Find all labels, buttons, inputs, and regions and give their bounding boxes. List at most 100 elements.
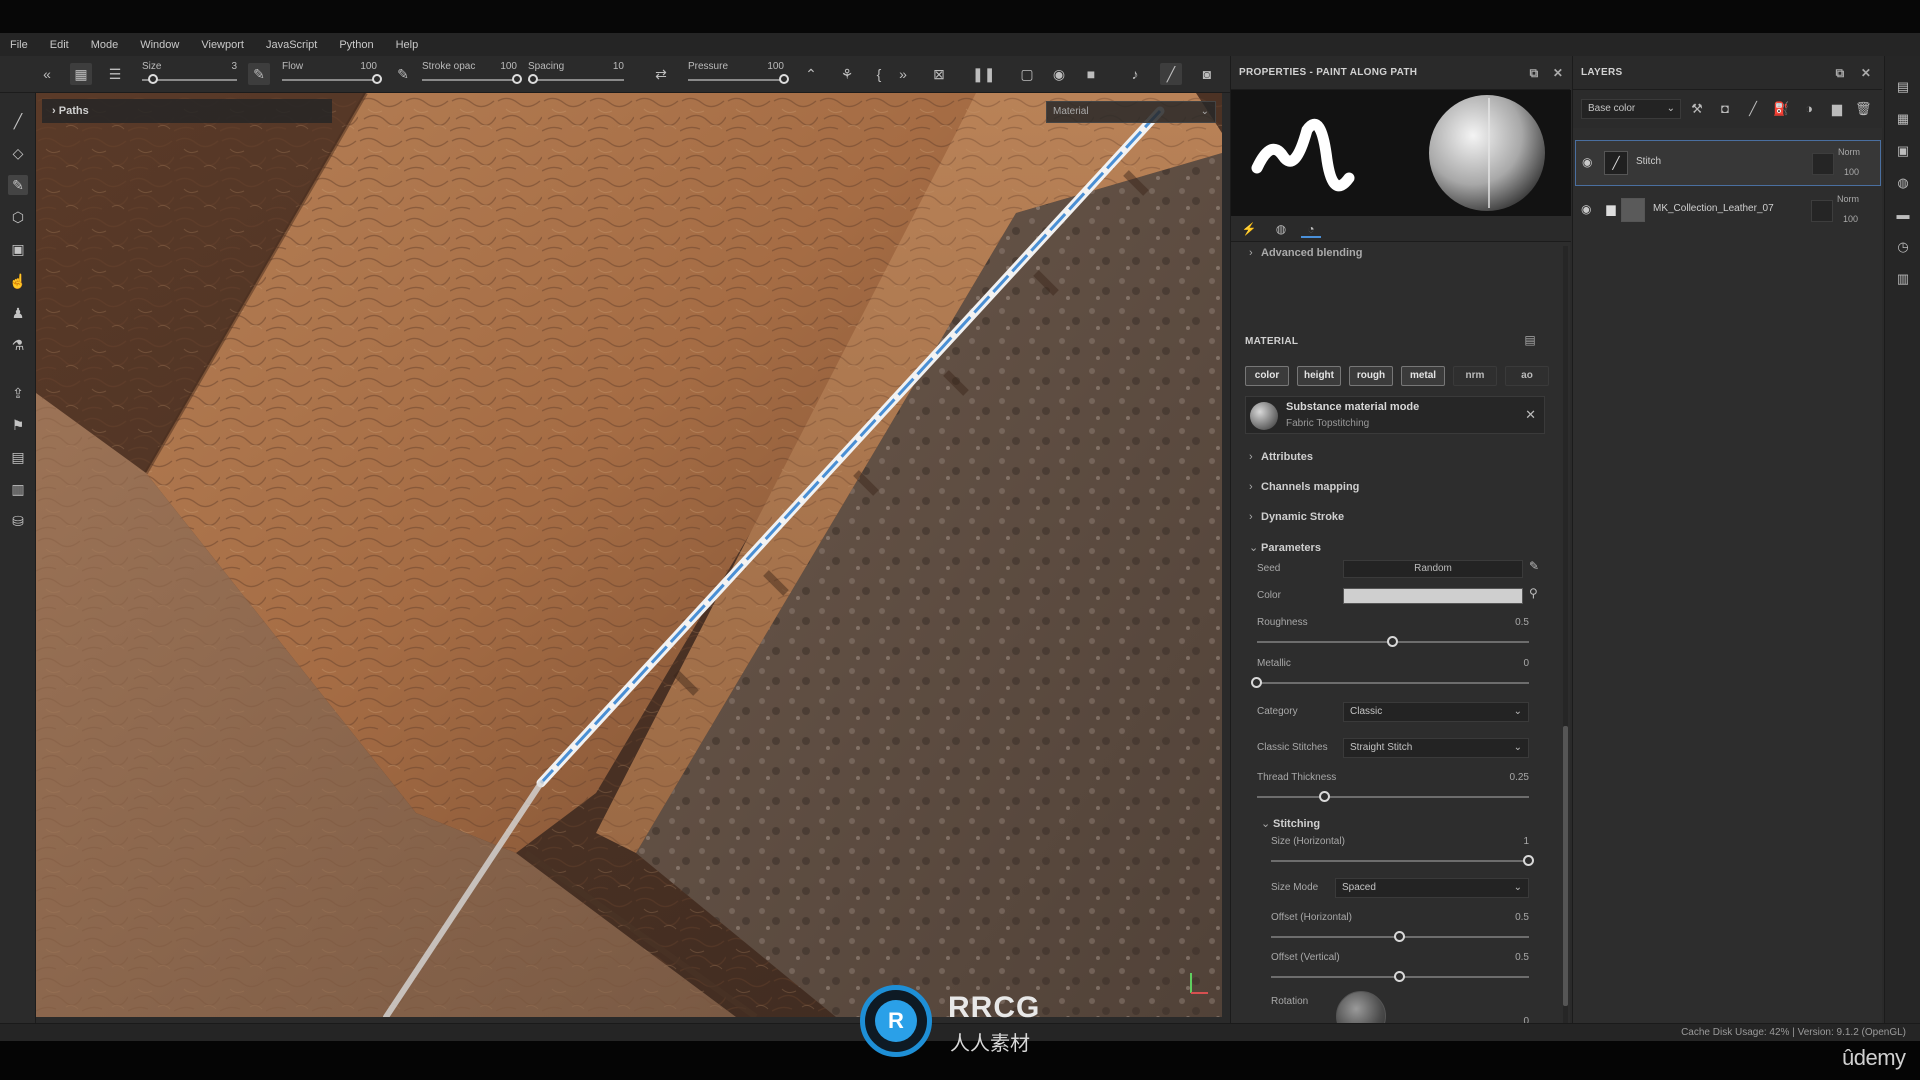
stitching-section[interactable]: ⌄ Stitching bbox=[1261, 817, 1320, 830]
menu-edit[interactable]: Edit bbox=[50, 39, 69, 51]
attributes-section[interactable]: › Attributes bbox=[1249, 451, 1313, 463]
channel-rough-chip[interactable]: rough bbox=[1349, 366, 1393, 386]
thread-thickness-slider[interactable] bbox=[1257, 796, 1529, 798]
clone-stamp-icon[interactable]: ♟ bbox=[8, 303, 28, 323]
swap-icon[interactable]: ⇄ bbox=[650, 63, 672, 85]
classic-stitches-select[interactable]: Straight Stitch ⌄ bbox=[1343, 738, 1529, 758]
close-icon[interactable]: ✕ bbox=[1525, 407, 1536, 423]
close-icon[interactable]: ✕ bbox=[1551, 66, 1565, 80]
selection-icon[interactable]: ▢ bbox=[1016, 63, 1038, 85]
slider-knob[interactable] bbox=[1387, 636, 1398, 647]
edit-icon[interactable]: ✎ bbox=[1529, 559, 1539, 573]
add-folder-icon[interactable]: ▆ bbox=[1829, 101, 1845, 117]
paint-brush-icon[interactable]: ╱ bbox=[8, 111, 28, 131]
menu-window[interactable]: Window bbox=[140, 39, 179, 51]
layer-opacity[interactable]: 100 bbox=[1843, 214, 1858, 224]
category-select[interactable]: Classic ⌄ bbox=[1343, 702, 1529, 722]
bracket-icon[interactable]: { bbox=[868, 63, 890, 85]
slider-knob[interactable] bbox=[148, 74, 159, 84]
metallic-slider[interactable] bbox=[1257, 682, 1529, 684]
collapse-icon[interactable]: « bbox=[36, 63, 58, 85]
layer-mask-thumb[interactable] bbox=[1811, 200, 1833, 222]
close-icon[interactable]: ✕ bbox=[1859, 66, 1873, 80]
float-panel-icon[interactable]: ⧉ bbox=[1527, 66, 1541, 80]
delete-icon[interactable]: 🗑 bbox=[1855, 101, 1872, 117]
channel-nrm-chip[interactable]: nrm bbox=[1453, 366, 1497, 386]
channels-mapping-section[interactable]: › Channels mapping bbox=[1249, 481, 1359, 493]
material-preset-icon[interactable]: ▤ bbox=[1523, 333, 1537, 347]
seed-random-button[interactable]: Random bbox=[1343, 560, 1523, 578]
slider-knob[interactable] bbox=[372, 74, 382, 84]
occlusion-icon[interactable]: ⊠ bbox=[928, 63, 950, 85]
sphere-view-icon[interactable]: ◉ bbox=[1048, 63, 1070, 85]
channel-metal-chip[interactable]: metal bbox=[1401, 366, 1445, 386]
viewer-settings-icon[interactable]: ▬ bbox=[1894, 206, 1912, 224]
eyedropper-icon[interactable]: ⚲ bbox=[1529, 586, 1538, 600]
add-smart-material-icon[interactable]: ◑ bbox=[1801, 101, 1817, 117]
size-horizontal-slider[interactable] bbox=[1271, 860, 1529, 862]
layer-mask-thumb[interactable] bbox=[1812, 153, 1834, 175]
material-slot[interactable]: Substance material mode Fabric Topstitch… bbox=[1245, 396, 1545, 434]
leather-stitch-render[interactable] bbox=[36, 93, 1222, 1017]
shader-settings-icon[interactable]: ◍ bbox=[1894, 174, 1912, 192]
layer-blend-mode[interactable]: Norm bbox=[1838, 147, 1860, 157]
3d-viewport[interactable]: › Paths Material ⌄ bbox=[36, 93, 1222, 1017]
layer-opacity[interactable]: 100 bbox=[1844, 167, 1859, 177]
history-icon[interactable]: ◷ bbox=[1894, 238, 1912, 256]
slot-icon[interactable]: ▤ bbox=[8, 447, 28, 467]
slider-knob[interactable] bbox=[512, 74, 522, 84]
brush-tab-icon[interactable]: ⚡ bbox=[1239, 220, 1259, 238]
menu-file[interactable]: File bbox=[10, 39, 28, 51]
channel-color-chip[interactable]: color bbox=[1245, 366, 1289, 386]
properties-scrollbar[interactable] bbox=[1563, 246, 1568, 1026]
layer-item-leather[interactable]: ◉ ▆ MK_Collection_Leather_07 Norm 100 bbox=[1575, 188, 1881, 234]
document-icon[interactable]: ▥ bbox=[8, 479, 28, 499]
menu-python[interactable]: Python bbox=[339, 39, 373, 51]
log-icon[interactable]: ▥ bbox=[1894, 270, 1912, 288]
slider-knob[interactable] bbox=[1394, 971, 1405, 982]
add-mask-icon[interactable]: ◘ bbox=[1717, 101, 1733, 117]
color-swatch[interactable] bbox=[1343, 588, 1523, 604]
slider-knob[interactable] bbox=[1394, 931, 1405, 942]
channel-select[interactable]: Base color ⌄ bbox=[1581, 99, 1681, 119]
eraser-icon[interactable]: ◇ bbox=[8, 143, 28, 163]
float-panel-icon[interactable]: ⧉ bbox=[1833, 66, 1847, 80]
smudge-icon[interactable]: ☝ bbox=[8, 271, 28, 291]
slider-knob[interactable] bbox=[1251, 677, 1262, 688]
more-icon[interactable]: » bbox=[892, 63, 914, 85]
settings-sliders-icon[interactable]: ☰ bbox=[104, 63, 126, 85]
flow-slider[interactable]: Flow 100 bbox=[282, 59, 382, 91]
pressure-slider[interactable]: Pressure 100 bbox=[688, 59, 789, 91]
size-slider[interactable]: Size 3 bbox=[142, 59, 237, 91]
iray-icon[interactable]: ♪ bbox=[1124, 63, 1146, 85]
alpha-tab-icon[interactable]: ◍ bbox=[1271, 220, 1291, 238]
pen-pressure-icon[interactable]: ✎ bbox=[392, 63, 414, 85]
slider-knob[interactable] bbox=[1523, 855, 1534, 866]
texture-set-settings-icon[interactable]: ▦ bbox=[1894, 110, 1912, 128]
path-icon[interactable]: ⌃ bbox=[800, 63, 822, 85]
paint-brush-icon[interactable]: ╱ bbox=[1160, 63, 1182, 85]
advanced-blending-section[interactable]: › Advanced blending bbox=[1249, 247, 1362, 259]
symmetry-icon[interactable]: ▦ bbox=[70, 63, 92, 85]
paths-panel-toggle[interactable]: › Paths bbox=[42, 99, 332, 123]
export-icon[interactable]: ⛁ bbox=[8, 511, 28, 531]
slider-knob[interactable] bbox=[1319, 791, 1330, 802]
layer-item-stitch[interactable]: ◉ ╱ Stitch Norm 100 bbox=[1575, 140, 1881, 186]
pause-icon[interactable]: ❚❚ bbox=[972, 63, 995, 85]
viewport-mode-select[interactable]: Material ⌄ bbox=[1046, 101, 1216, 123]
menu-help[interactable]: Help bbox=[396, 39, 419, 51]
lazy-mouse-icon[interactable]: ⚘ bbox=[836, 63, 858, 85]
pen-pressure-icon[interactable]: ✎ bbox=[248, 63, 270, 85]
camera-icon[interactable]: ■ bbox=[1080, 63, 1102, 85]
channel-ao-chip[interactable]: ao bbox=[1505, 366, 1549, 386]
size-mode-select[interactable]: Spaced ⌄ bbox=[1335, 878, 1529, 898]
eye-icon[interactable]: ◉ bbox=[1582, 155, 1592, 169]
slider-knob[interactable] bbox=[527, 74, 538, 84]
layer-blend-mode[interactable]: Norm bbox=[1837, 194, 1859, 204]
channel-height-chip[interactable]: height bbox=[1297, 366, 1341, 386]
add-paint-layer-icon[interactable]: ╱ bbox=[1745, 101, 1761, 117]
bake-icon[interactable]: ⇪ bbox=[8, 383, 28, 403]
screenshot-icon[interactable]: ◙ bbox=[1196, 63, 1218, 85]
polygon-fill-icon[interactable]: ▣ bbox=[8, 239, 28, 259]
projection-icon[interactable]: ⬡ bbox=[8, 207, 28, 227]
